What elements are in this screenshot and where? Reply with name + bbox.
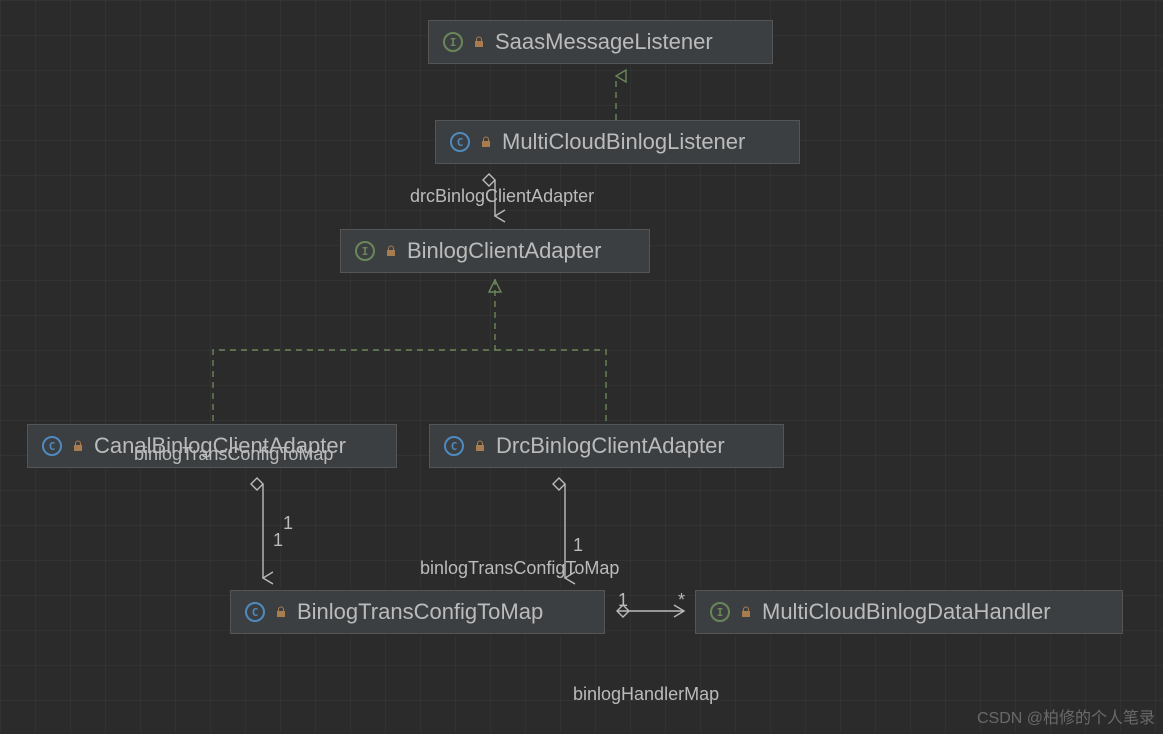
class-icon: C bbox=[450, 132, 470, 152]
class-icon: C bbox=[245, 602, 265, 622]
multiplicity-1: 1 bbox=[283, 513, 293, 534]
lock-icon bbox=[275, 606, 287, 618]
multiplicity-1: 1 bbox=[618, 590, 628, 611]
multiplicity-1: 1 bbox=[273, 530, 283, 551]
edge-label-binlog-handler-map: binlogHandlerMap bbox=[573, 684, 719, 705]
edge-label-drc-client-adapter: drcBinlogClientAdapter bbox=[410, 186, 594, 207]
class-icon: C bbox=[42, 436, 62, 456]
node-multi-cloud-binlog-listener[interactable]: C MultiCloudBinlogListener bbox=[435, 120, 800, 164]
node-label: BinlogClientAdapter bbox=[407, 238, 601, 264]
node-binlog-trans-config-to-map[interactable]: C BinlogTransConfigToMap bbox=[230, 590, 605, 634]
node-drc-binlog-client-adapter[interactable]: C DrcBinlogClientAdapter bbox=[429, 424, 784, 468]
node-label: SaasMessageListener bbox=[495, 29, 713, 55]
node-label: DrcBinlogClientAdapter bbox=[496, 433, 725, 459]
node-saas-message-listener[interactable]: I SaasMessageListener bbox=[428, 20, 773, 64]
node-multi-cloud-binlog-data-handler[interactable]: I MultiCloudBinlogDataHandler bbox=[695, 590, 1123, 634]
lock-icon bbox=[480, 136, 492, 148]
edge-label-binlog-trans-mid: binlogTransConfigToMap bbox=[420, 558, 619, 579]
node-label: MultiCloudBinlogListener bbox=[502, 129, 745, 155]
lock-icon bbox=[473, 36, 485, 48]
lock-icon bbox=[385, 245, 397, 257]
lock-icon bbox=[474, 440, 486, 452]
edge-label-binlog-trans-top: binlogTransConfigToMap bbox=[134, 444, 333, 465]
lock-icon bbox=[740, 606, 752, 618]
interface-icon: I bbox=[355, 241, 375, 261]
multiplicity-1: 1 bbox=[573, 535, 583, 556]
class-icon: C bbox=[444, 436, 464, 456]
lock-icon bbox=[72, 440, 84, 452]
node-binlog-client-adapter[interactable]: I BinlogClientAdapter bbox=[340, 229, 650, 273]
interface-icon: I bbox=[710, 602, 730, 622]
interface-icon: I bbox=[443, 32, 463, 52]
node-label: MultiCloudBinlogDataHandler bbox=[762, 599, 1051, 625]
node-label: BinlogTransConfigToMap bbox=[297, 599, 543, 625]
watermark: CSDN @柏修的个人笔录 bbox=[977, 704, 1155, 728]
multiplicity-star: * bbox=[678, 590, 685, 611]
